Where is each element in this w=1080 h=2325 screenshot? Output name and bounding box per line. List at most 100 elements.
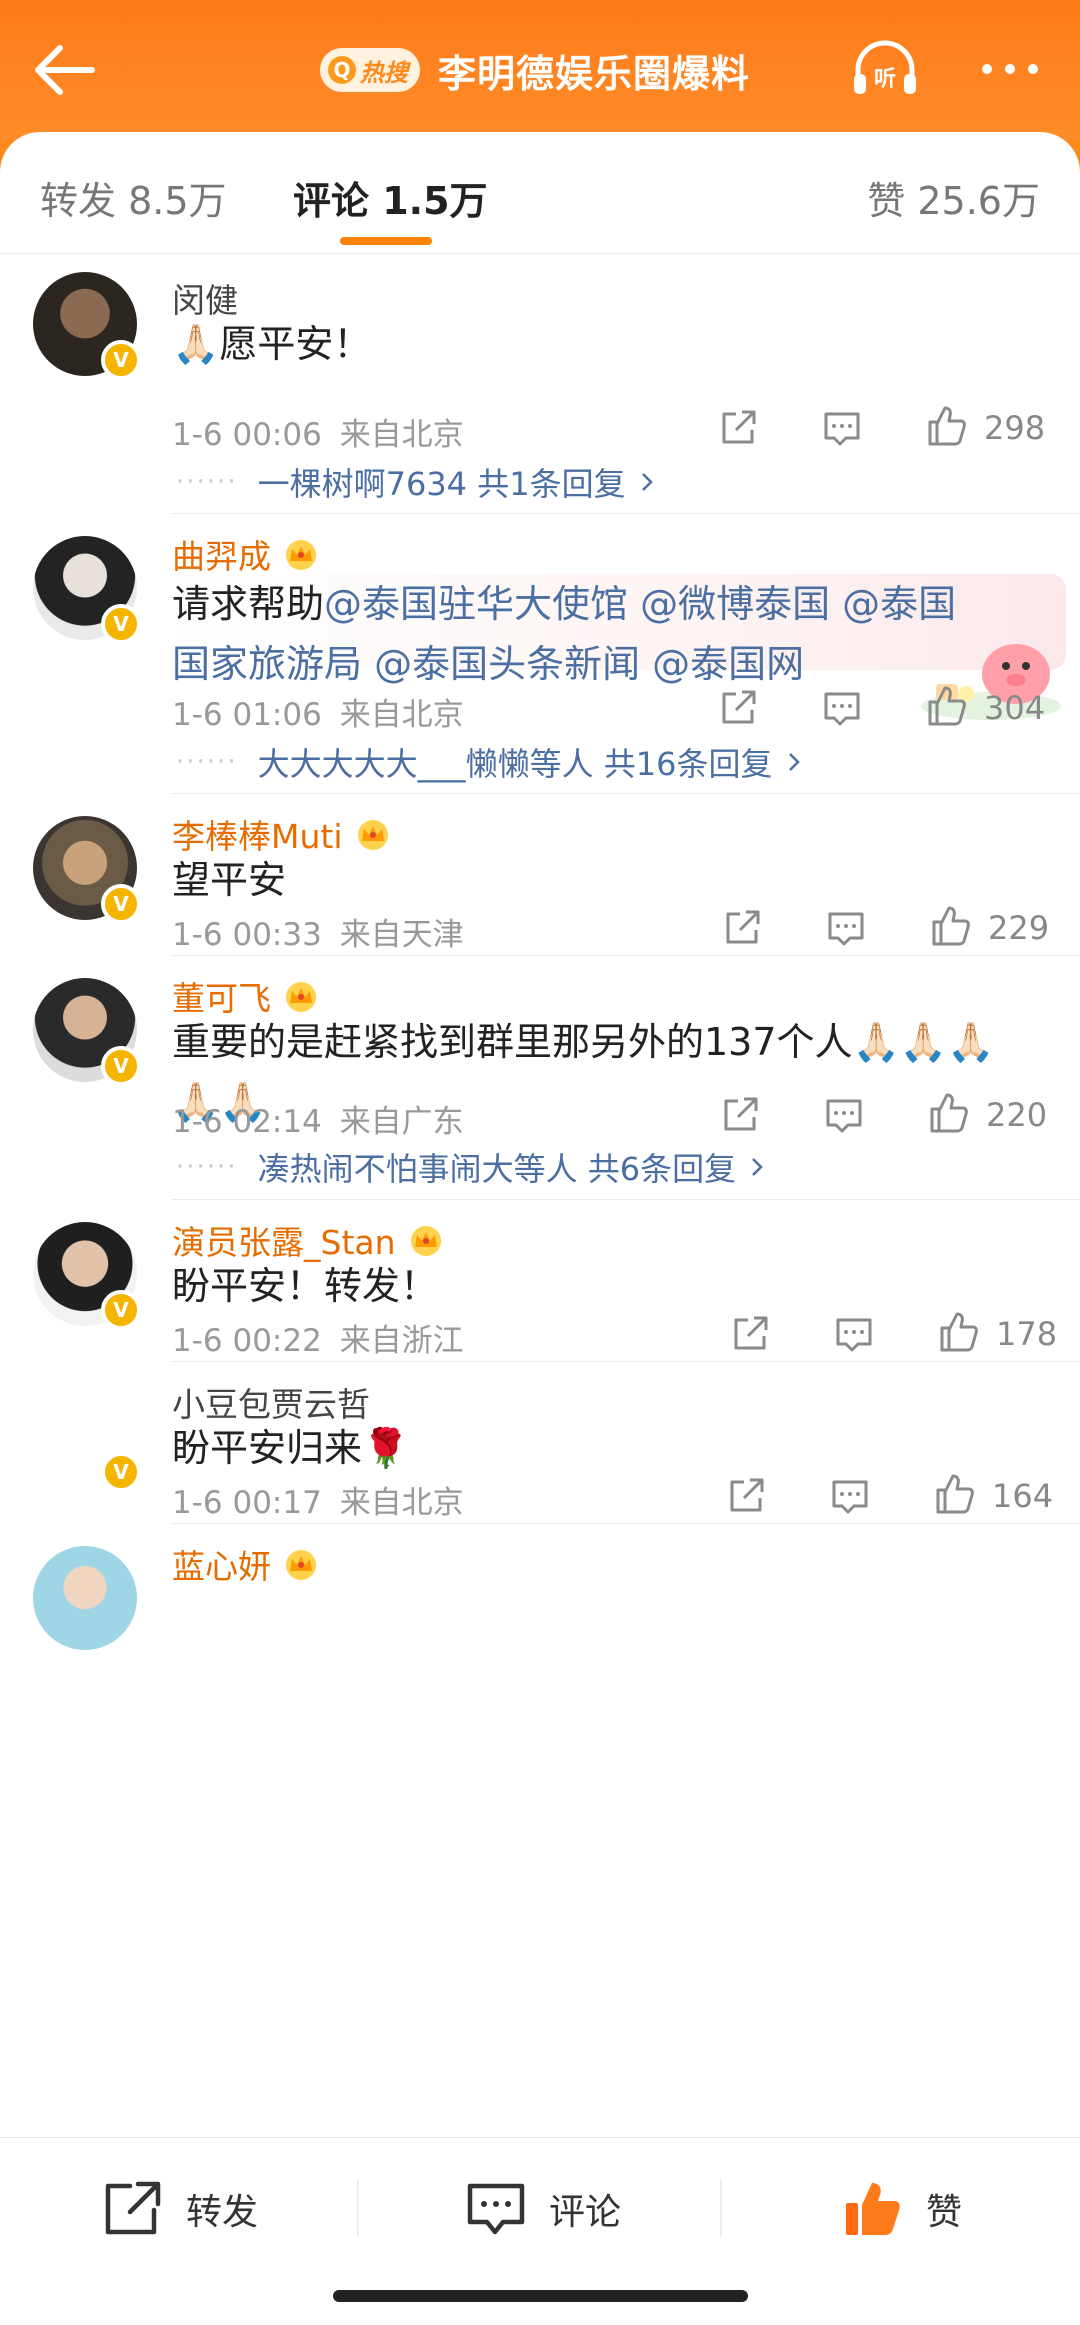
thumbs-up-icon[interactable] xyxy=(932,1472,976,1516)
comment-icon[interactable] xyxy=(820,406,864,450)
share-icon[interactable] xyxy=(720,906,764,950)
more-dots-icon xyxy=(982,64,1038,74)
like-count: 178 xyxy=(996,1315,1058,1353)
comment-label: 评论 xyxy=(549,2192,622,2233)
reply-preview[interactable]: ······ 大大大大大___懒懒 等人 共16条回复 xyxy=(176,739,801,785)
reply-user: 大大大大大___懒懒 xyxy=(257,745,530,783)
like-count: 164 xyxy=(992,1477,1054,1515)
like-count: 304 xyxy=(984,689,1046,727)
like-count: 220 xyxy=(986,1096,1048,1134)
avatar[interactable]: V xyxy=(33,272,141,380)
comment-location: 来自北京 xyxy=(339,697,464,733)
more-button[interactable] xyxy=(975,44,1045,94)
hot-search-badge[interactable]: Q 热搜 xyxy=(320,48,420,92)
share-icon[interactable] xyxy=(724,1474,768,1518)
tab-bar: 转发 8.5万 评论 1.5万 赞 25.6万 xyxy=(0,132,1080,254)
separator xyxy=(357,2180,359,2236)
verified-icon: V xyxy=(101,340,141,380)
username: 曲羿成 xyxy=(172,537,271,576)
repost-button[interactable]: 转发 xyxy=(102,2174,258,2244)
comment-time: 1-6 00:17 xyxy=(172,1485,322,1521)
like-button[interactable]: 赞 xyxy=(842,2174,962,2244)
comment-item: V 演员张露_Stan 盼平安！转发！ 1-6 00:22 来自浙江 178 xyxy=(0,1200,1080,1362)
crown-icon xyxy=(286,540,316,570)
comment-time: 1-6 00:22 xyxy=(172,1323,322,1359)
title-area: Q 热搜 李明德娱乐圈爆料 xyxy=(320,38,750,102)
thumbs-up-icon[interactable] xyxy=(928,904,972,948)
active-tab-indicator xyxy=(340,237,432,245)
crown-icon xyxy=(286,982,316,1012)
reply-summary: 凑热闹不怕事闹大等人 共6条回复 xyxy=(257,1150,737,1188)
share-icon[interactable] xyxy=(718,1093,762,1137)
page-title: 李明德娱乐圈爆料 xyxy=(438,51,751,96)
search-icon: Q xyxy=(328,56,356,84)
comment-item: V 曲羿成 请求帮助@泰国驻华大使馆 @微博泰国 @泰国 国家旅游局 @泰国头条… xyxy=(0,514,1080,794)
mention-links[interactable]: 国家旅游局 @泰国头条新闻 @泰国网 xyxy=(172,642,804,686)
comment-text: 🙏🏻愿平安！ xyxy=(172,322,372,366)
comment-item: 蓝心妍 xyxy=(0,1524,1080,1650)
comment-meta: 1-6 00:17 来自北京 xyxy=(172,1477,464,1522)
headphones-icon: 听 xyxy=(854,40,916,94)
back-button[interactable] xyxy=(30,40,100,100)
comment-meta: 1-6 00:33 来自天津 xyxy=(172,909,464,954)
comment-bubble-icon xyxy=(467,2183,525,2235)
thumbs-up-icon[interactable] xyxy=(924,684,968,728)
comment-icon[interactable] xyxy=(828,1474,872,1518)
listen-button[interactable]: 听 xyxy=(850,36,920,100)
separator xyxy=(720,2180,722,2236)
username-vip[interactable]: 曲羿成 xyxy=(172,530,321,578)
repost-label: 转发 xyxy=(186,2192,259,2233)
avatar[interactable] xyxy=(33,1546,137,1650)
back-arrow-icon xyxy=(35,45,95,95)
comment-icon[interactable] xyxy=(822,1093,866,1137)
reply-preview[interactable]: ······ 一棵树啊7634 共1条回复 xyxy=(176,459,654,505)
tab-like[interactable]: 赞 25.6万 xyxy=(867,170,1040,225)
verified-icon: V xyxy=(101,1046,141,1086)
comment-time: 1-6 00:33 xyxy=(172,917,322,953)
avatar[interactable]: V xyxy=(33,1222,141,1330)
comment-time: 1-6 02:14 xyxy=(172,1104,322,1140)
thumbs-up-icon[interactable] xyxy=(926,1091,970,1135)
share-icon[interactable] xyxy=(716,686,760,730)
reply-summary: 一棵树啊7634 共1条回复 xyxy=(257,465,626,503)
avatar[interactable]: V xyxy=(33,1384,141,1492)
comment-text: 盼平安！转发！ xyxy=(172,1264,439,1308)
reply-summary: 等人 共16条回复 xyxy=(529,745,773,783)
comment-icon[interactable] xyxy=(824,906,868,950)
share-icon[interactable] xyxy=(728,1312,772,1356)
share-icon[interactable] xyxy=(716,406,760,450)
comment-location: 来自广东 xyxy=(339,1104,464,1140)
comment-text-prefix: 请求帮助 xyxy=(172,582,325,626)
comment-text: 盼平安归来🌹 xyxy=(172,1426,410,1470)
dots-icon: ······ xyxy=(176,467,238,497)
avatar[interactable]: V xyxy=(33,816,141,924)
comment-icon[interactable] xyxy=(820,686,864,730)
comment-icon[interactable] xyxy=(832,1312,876,1356)
like-count: 298 xyxy=(984,409,1046,447)
thumbs-up-filled-icon xyxy=(846,2183,900,2235)
avatar[interactable]: V xyxy=(33,978,141,1086)
mention-links[interactable]: @泰国驻华大使馆 @微博泰国 @泰国 xyxy=(324,582,956,626)
crown-icon xyxy=(286,1550,316,1580)
username: 蓝心妍 xyxy=(172,1547,271,1586)
comment-panel: 转发 8.5万 评论 1.5万 赞 25.6万 V 闵健 🙏🏻愿平安！ 1-6 … xyxy=(0,132,1080,2325)
repost-icon xyxy=(105,2181,161,2235)
chevron-right-icon xyxy=(752,1158,763,1176)
comment-text-line1: 重要的是赶紧找到群里那另外的137个人🙏🏻🙏🏻🙏🏻 xyxy=(172,1020,995,1064)
comment-text: 望平安 xyxy=(172,858,287,902)
avatar[interactable]: V xyxy=(33,536,141,644)
thumbs-up-icon[interactable] xyxy=(936,1310,980,1354)
comment-meta: 1-6 02:14 来自广东 xyxy=(172,1096,464,1141)
comment-location: 来自浙江 xyxy=(339,1323,464,1359)
tab-comment[interactable]: 评论 1.5万 xyxy=(293,170,488,225)
tab-repost[interactable]: 转发 8.5万 xyxy=(40,170,227,225)
crown-icon xyxy=(410,1226,441,1256)
reply-preview[interactable]: ······ 凑热闹不怕事闹大等人 共6条回复 xyxy=(176,1144,764,1190)
comment-meta: 1-6 00:06 来自北京 xyxy=(172,409,464,454)
chevron-right-icon xyxy=(788,753,800,771)
username-vip[interactable]: 蓝心妍 xyxy=(172,1540,321,1588)
comment-button[interactable]: 评论 xyxy=(465,2174,621,2244)
comment-item: V 董可飞 重要的是赶紧找到群里那另外的137个人🙏🏻🙏🏻🙏🏻 🙏🏻🙏🏻 1-6… xyxy=(0,956,1080,1200)
like-count: 229 xyxy=(988,909,1050,947)
thumbs-up-icon[interactable] xyxy=(924,404,968,448)
